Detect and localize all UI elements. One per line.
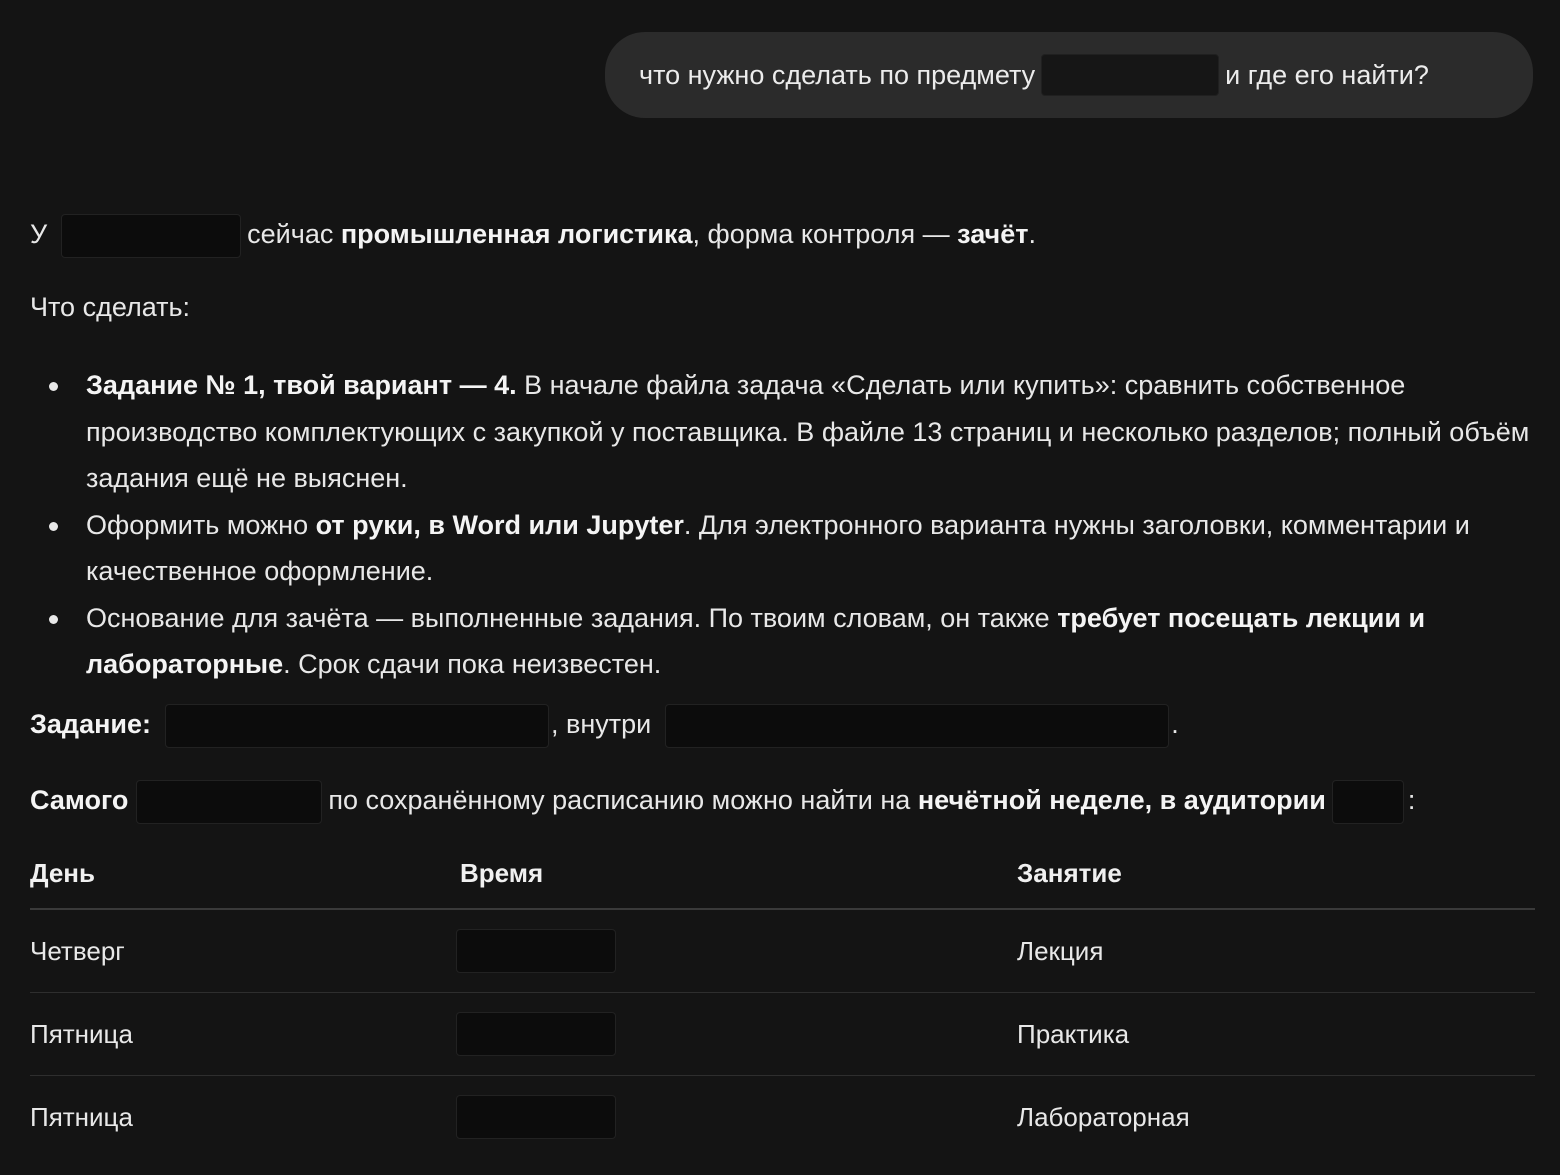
table-row: Четверг Лекция — [30, 910, 1535, 993]
bullet-item-format: Оформить можно от руки, в Word или Jupyt… — [30, 502, 1540, 595]
redacted-teacher-name — [136, 780, 323, 824]
redacted-time — [456, 929, 616, 973]
task-label: Задание: — [30, 709, 151, 740]
bullet-item-credit: Основание для зачёта — выполненные задан… — [30, 595, 1540, 688]
user-message-text-end: и где его найти? — [1225, 59, 1429, 90]
line-end: . — [1028, 219, 1036, 250]
redacted-subject-name — [1041, 54, 1220, 96]
cell-class: Лабораторная — [1017, 1101, 1190, 1132]
line-end: . — [1171, 709, 1179, 740]
task-location-line: Задание: , внутри. — [30, 704, 1179, 748]
control-text: , форма контроля — — [692, 219, 950, 250]
bullet-pre: Основание для зачёта — выполненные задан… — [86, 602, 1058, 633]
find-text: по сохранённому расписанию можно найти н… — [328, 785, 911, 816]
redacted-time — [456, 1095, 616, 1139]
redacted-group-name — [61, 214, 242, 258]
cell-time — [456, 929, 1017, 973]
redacted-task-folder — [665, 704, 1170, 748]
find-label: Самого — [30, 785, 129, 816]
inside-text: , внутри — [551, 709, 652, 740]
header-class: Занятие — [1017, 858, 1122, 888]
cell-day: Пятница — [30, 1101, 133, 1132]
table-row: Пятница Практика — [30, 993, 1535, 1076]
header-time: Время — [460, 858, 544, 888]
schedule-table: День Время Занятие Четверг Лекция Пятниц… — [30, 858, 1535, 1158]
reply-prefix: У — [30, 219, 48, 250]
bullet-bold: Задание № 1, твой вариант — 4. — [86, 370, 517, 400]
table-row: Пятница Лабораторная — [30, 1076, 1535, 1158]
find-bold: нечётной неделе, в аудитории — [917, 785, 1326, 816]
bullet-pre: Оформить можно — [86, 509, 316, 540]
cell-class: Практика — [1017, 1018, 1130, 1049]
table-header: День Время Занятие — [30, 858, 1535, 910]
line-end: : — [1407, 785, 1416, 816]
header-day: День — [30, 858, 95, 888]
bullet-bold: от руки, в Word или Jupyter — [315, 509, 684, 540]
user-message-bubble: что нужно сделать по предмету и где его … — [605, 32, 1533, 118]
reply-middle: сейчас — [247, 219, 334, 250]
redacted-time — [456, 1012, 616, 1056]
control-form: зачёт — [957, 219, 1029, 250]
user-message-text-start: что нужно сделать по предмету — [639, 59, 1036, 90]
what-to-do-heading: Что сделать: — [30, 292, 191, 322]
subject-name: промышленная логистика — [340, 219, 693, 250]
cell-time — [456, 1095, 1017, 1139]
bullet-text: . Срок сдачи пока неизвестен. — [283, 649, 662, 679]
bullet-item-task: Задание № 1, твой вариант — 4. В начале … — [30, 362, 1540, 502]
reply-subject-line: Усейчас промышленная логистика, форма ко… — [30, 214, 1036, 258]
cell-time — [456, 1012, 1017, 1056]
redacted-task-file — [165, 704, 549, 748]
cell-class: Лекция — [1017, 935, 1104, 966]
find-teacher-line: Самого по сохранённому расписанию можно н… — [30, 780, 1415, 824]
redacted-room-number — [1331, 780, 1404, 824]
task-bullet-list: Задание № 1, твой вариант — 4. В начале … — [30, 362, 1540, 688]
cell-day: Пятница — [30, 1018, 133, 1049]
cell-day: Четверг — [30, 935, 125, 966]
